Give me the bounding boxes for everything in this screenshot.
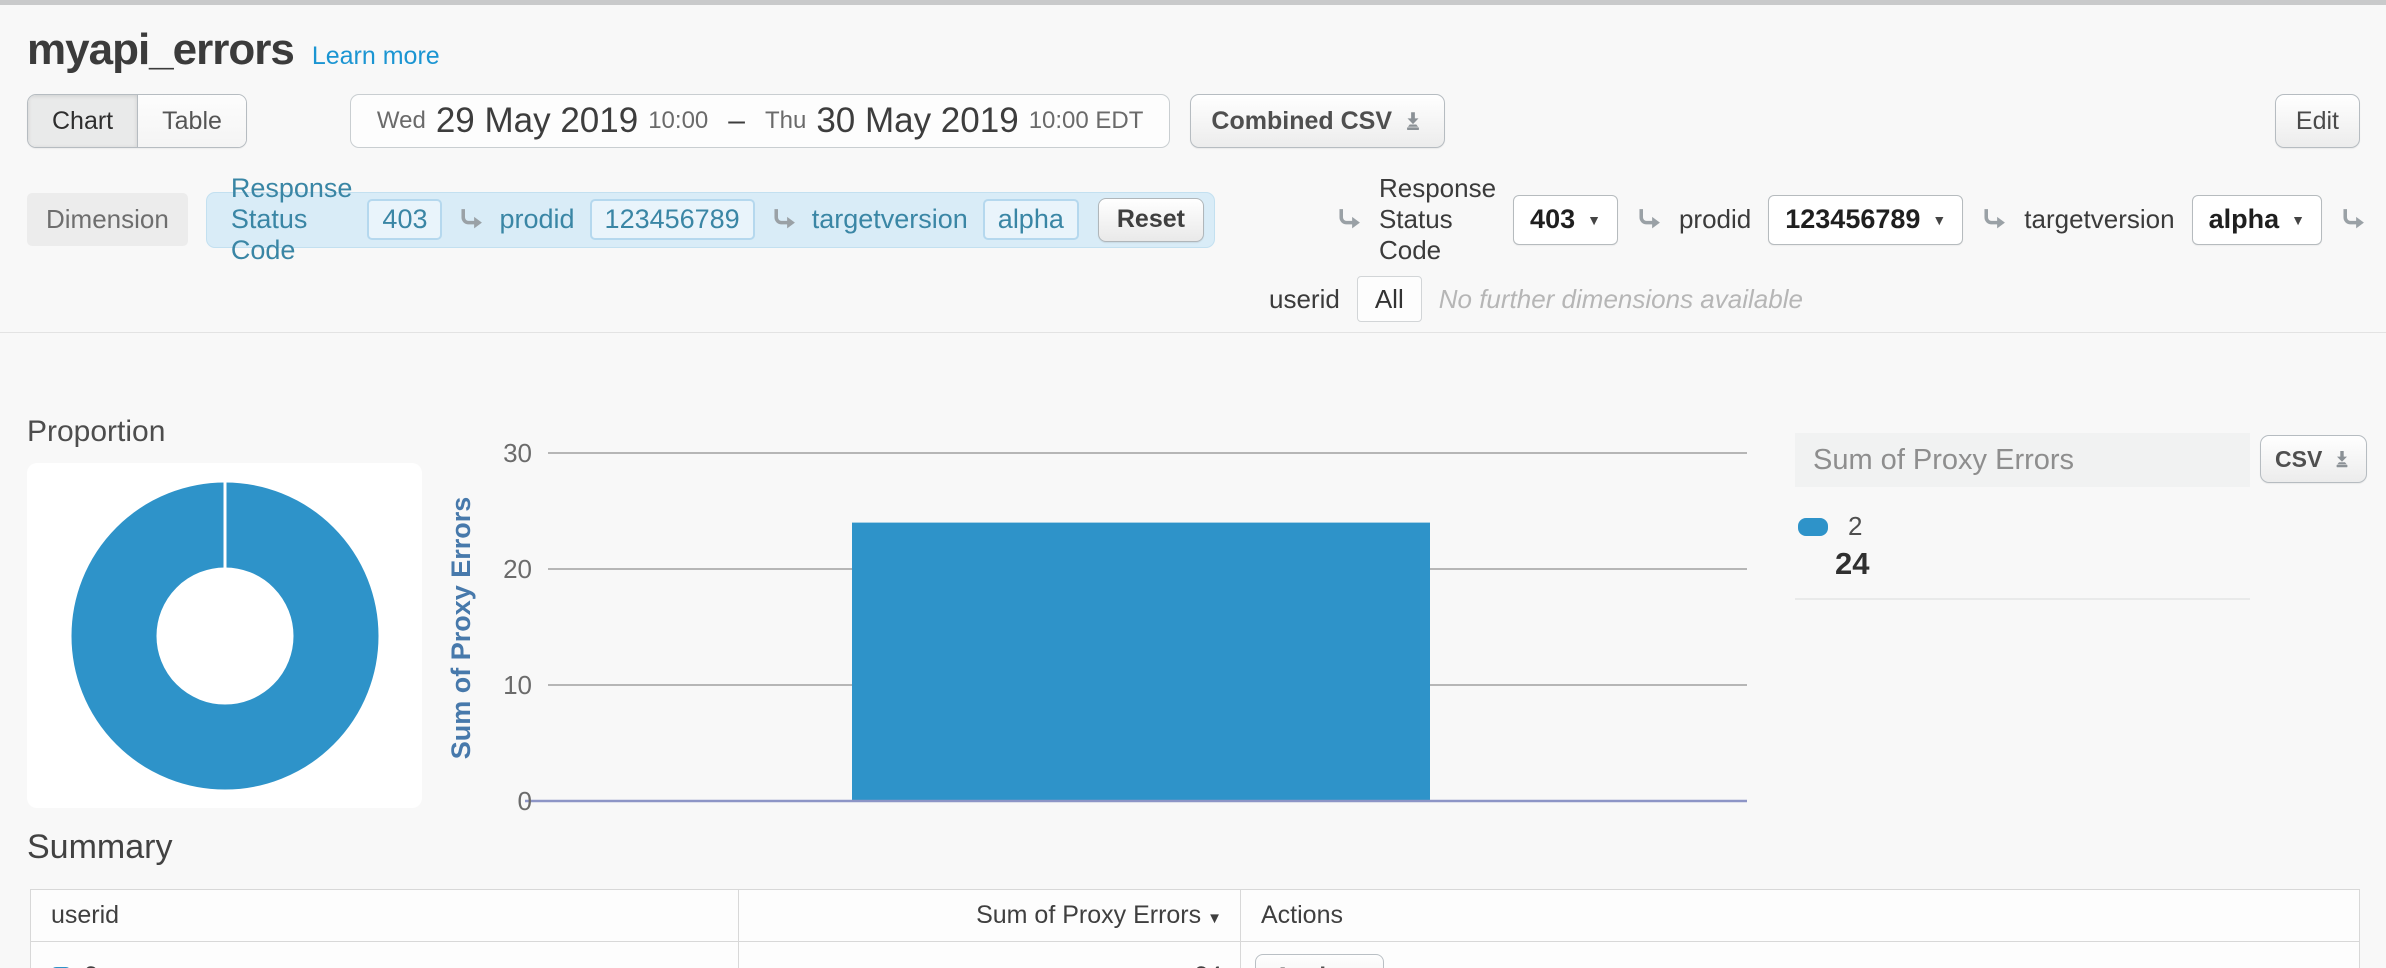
prodid-select[interactable]: 123456789 ▼ <box>1768 195 1963 245</box>
csv-button[interactable]: CSV <box>2260 435 2367 483</box>
dashboard-page: myapi_errors Learn more Chart Table Wed … <box>0 0 2386 968</box>
end-date: 30 May 2019 <box>816 101 1018 141</box>
y-tick-label: 20 <box>503 554 532 584</box>
legend-item-label: 2 <box>1848 511 1862 542</box>
caret-down-icon: ▼ <box>2291 212 2305 228</box>
caret-down-icon: ▼ <box>1587 212 1601 228</box>
y-tick-label: 0 <box>518 786 532 816</box>
legend-item[interactable]: 2 <box>1798 511 2375 542</box>
breadcrumb-value[interactable]: 123456789 <box>590 199 755 240</box>
column-header-actions: Actions <box>1241 890 2360 942</box>
legend-title: Sum of Proxy Errors <box>1813 444 2074 477</box>
table-row: 2 24 Analyze <box>31 942 2360 968</box>
bar-rect[interactable] <box>852 523 1430 801</box>
breadcrumb-name: prodid <box>499 204 574 235</box>
elbow-arrow-icon <box>2339 206 2366 233</box>
edit-button[interactable]: Edit <box>2275 94 2360 148</box>
next-dimension-label: userid <box>1269 284 1340 315</box>
userid-cell-value: 2 <box>84 962 98 968</box>
selected-value: alpha <box>2209 204 2280 235</box>
elbow-arrow-icon <box>1635 206 1662 233</box>
analyze-button[interactable]: Analyze <box>1255 954 1384 968</box>
page-title: myapi_errors <box>27 25 294 75</box>
bar-chart: Sum of Proxy Errors 30 20 10 0 <box>440 423 1770 853</box>
end-time: 10:00 EDT <box>1029 107 1144 135</box>
elbow-arrow-icon <box>770 206 797 233</box>
y-tick-label: 10 <box>503 670 532 700</box>
reset-button[interactable]: Reset <box>1098 198 1204 242</box>
sum-cell-value: 24 <box>739 942 1241 968</box>
targetversion-select[interactable]: alpha ▼ <box>2192 195 2322 245</box>
end-day: Thu <box>765 107 806 135</box>
sort-desc-icon: ▼ <box>1207 910 1222 927</box>
column-header-sum[interactable]: Sum of Proxy Errors ▼ <box>739 890 1241 942</box>
series-swatch <box>1798 518 1828 536</box>
combined-csv-button[interactable]: Combined CSV <box>1190 94 1445 148</box>
table-view-button[interactable]: Table <box>138 95 246 147</box>
breadcrumb-name: targetversion <box>812 204 968 235</box>
legend-panel: Sum of Proxy Errors CSV 2 24 <box>1795 433 2375 600</box>
dimension-selectors: Response Status Code 403 ▼ prodid 123456… <box>1335 173 2366 266</box>
view-toggle: Chart Table <box>27 94 247 148</box>
elbow-arrow-icon <box>457 206 484 233</box>
next-dimension-row: userid All No further dimensions availab… <box>1269 276 2360 322</box>
selector-label: prodid <box>1679 204 1751 235</box>
table-header-row: userid Sum of Proxy Errors ▼ Actions <box>31 890 2360 942</box>
summary-table: userid Sum of Proxy Errors ▼ Actions 2 <box>30 889 2360 968</box>
date-separator: – <box>728 104 745 138</box>
csv-label: CSV <box>2275 446 2322 473</box>
column-header-sum-label: Sum of Proxy Errors <box>976 901 1201 929</box>
no-more-dimensions-text: No further dimensions available <box>1439 284 1803 315</box>
learn-more-link[interactable]: Learn more <box>312 42 440 71</box>
elbow-arrow-icon <box>1335 206 1362 233</box>
legend-header: Sum of Proxy Errors <box>1795 433 2250 487</box>
selector-label: targetversion <box>2024 204 2174 235</box>
dimension-label: Dimension <box>27 193 188 246</box>
selected-value: 403 <box>1530 204 1575 235</box>
selector-label: Response Status Code <box>1379 173 1496 266</box>
download-icon <box>1402 110 1424 132</box>
breadcrumb-value[interactable]: alpha <box>983 199 1079 240</box>
caret-down-icon: ▼ <box>1932 212 1946 228</box>
download-icon <box>2332 449 2352 469</box>
proportion-title: Proportion <box>27 415 165 449</box>
toolbar: Chart Table Wed 29 May 2019 10:00 – Thu … <box>27 93 2360 149</box>
legend-item-value: 24 <box>1835 546 2375 582</box>
breadcrumb-value[interactable]: 403 <box>367 199 442 240</box>
selected-value: 123456789 <box>1785 204 1920 235</box>
breadcrumb-name: Response Status Code <box>231 173 353 266</box>
dimension-bar: Dimension Response Status Code 403 prodi… <box>27 173 2360 322</box>
column-header-userid: userid <box>31 890 739 942</box>
start-date: 29 May 2019 <box>436 101 638 141</box>
donut-chart <box>69 480 381 792</box>
legend-separator <box>1795 598 2250 600</box>
charts-band: Proportion Sum of Proxy Errors 30 20 10 … <box>0 333 2386 818</box>
y-tick-label: 30 <box>503 438 532 468</box>
header: myapi_errors Learn more Chart Table Wed … <box>0 5 2386 149</box>
elbow-arrow-icon <box>1980 206 2007 233</box>
date-range-picker[interactable]: Wed 29 May 2019 10:00 – Thu 30 May 2019 … <box>350 94 1171 148</box>
combined-csv-label: Combined CSV <box>1211 107 1392 136</box>
dimension-breadcrumb: Response Status Code 403 prodid 12345678… <box>206 192 1215 248</box>
status-code-select[interactable]: 403 ▼ <box>1513 195 1618 245</box>
userid-filter-select[interactable]: All <box>1357 276 1422 322</box>
chart-view-button[interactable]: Chart <box>28 95 138 147</box>
start-day: Wed <box>377 107 426 135</box>
start-time: 10:00 <box>648 107 708 135</box>
proportion-donut-card <box>27 463 422 808</box>
y-axis-label: Sum of Proxy Errors <box>446 497 476 760</box>
